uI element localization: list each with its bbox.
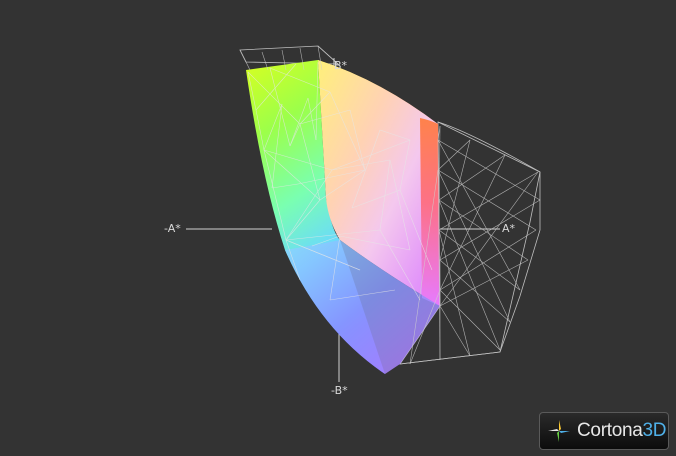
brand-name: Cortona3D (577, 420, 667, 441)
fan-edge (245, 61, 251, 71)
fan-edge (439, 259, 511, 323)
axis-label-neg-b: -B* (331, 384, 348, 397)
fan-edge (261, 51, 269, 71)
fan-edge (437, 139, 541, 201)
fan-edge (438, 229, 521, 291)
fan-edge (437, 139, 471, 171)
axis-label-neg-a: -A* (164, 222, 181, 235)
cortona-logo-icon (548, 420, 570, 442)
fan-edge (439, 305, 471, 357)
axis-label-pos-a: A* (502, 222, 516, 235)
fan-edge (437, 169, 537, 231)
cortona3d-logo-button[interactable]: Cortona3D (539, 412, 669, 450)
fan-edge (437, 139, 521, 291)
brand-suffix: 3D (642, 420, 667, 441)
fan-edge (439, 289, 501, 351)
fan-edge (439, 199, 541, 261)
axis-label-pos-b: B* (334, 59, 348, 72)
fan-edge (438, 199, 501, 351)
